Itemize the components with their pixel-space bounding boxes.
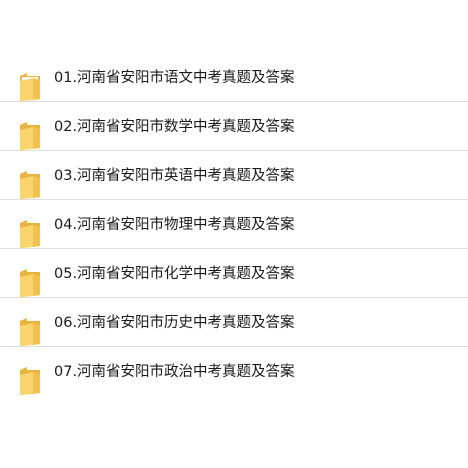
- folder-label: 04.河南省安阳市物理中考真题及答案: [54, 217, 295, 233]
- folder-label: 07.河南省安阳市政治中考真题及答案: [54, 364, 295, 380]
- folder-label: 02.河南省安阳市数学中考真题及答案: [54, 119, 295, 135]
- folder-icon: [19, 317, 41, 347]
- folder-item[interactable]: 05.河南省安阳市化学中考真题及答案: [0, 249, 468, 298]
- folder-item[interactable]: 04.河南省安阳市物理中考真题及答案: [0, 200, 468, 249]
- folder-item[interactable]: 07.河南省安阳市政治中考真题及答案: [0, 347, 468, 396]
- folder-icon: [19, 366, 41, 396]
- folder-icon: [19, 219, 41, 249]
- folder-label: 05.河南省安阳市化学中考真题及答案: [54, 266, 295, 282]
- folder-icon: [19, 121, 41, 151]
- folder-label: 03.河南省安阳市英语中考真题及答案: [54, 168, 295, 184]
- folder-list: 01.河南省安阳市语文中考真题及答案 02.河南省安阳市数学中考真题及答案 03…: [0, 53, 468, 396]
- folder-item[interactable]: 03.河南省安阳市英语中考真题及答案: [0, 151, 468, 200]
- folder-item[interactable]: 02.河南省安阳市数学中考真题及答案: [0, 102, 468, 151]
- folder-icon: [19, 72, 41, 102]
- folder-item[interactable]: 01.河南省安阳市语文中考真题及答案: [0, 53, 468, 102]
- folder-label: 01.河南省安阳市语文中考真题及答案: [54, 70, 295, 86]
- folder-icon: [19, 170, 41, 200]
- folder-item[interactable]: 06.河南省安阳市历史中考真题及答案: [0, 298, 468, 347]
- folder-label: 06.河南省安阳市历史中考真题及答案: [54, 315, 295, 331]
- folder-icon: [19, 268, 41, 298]
